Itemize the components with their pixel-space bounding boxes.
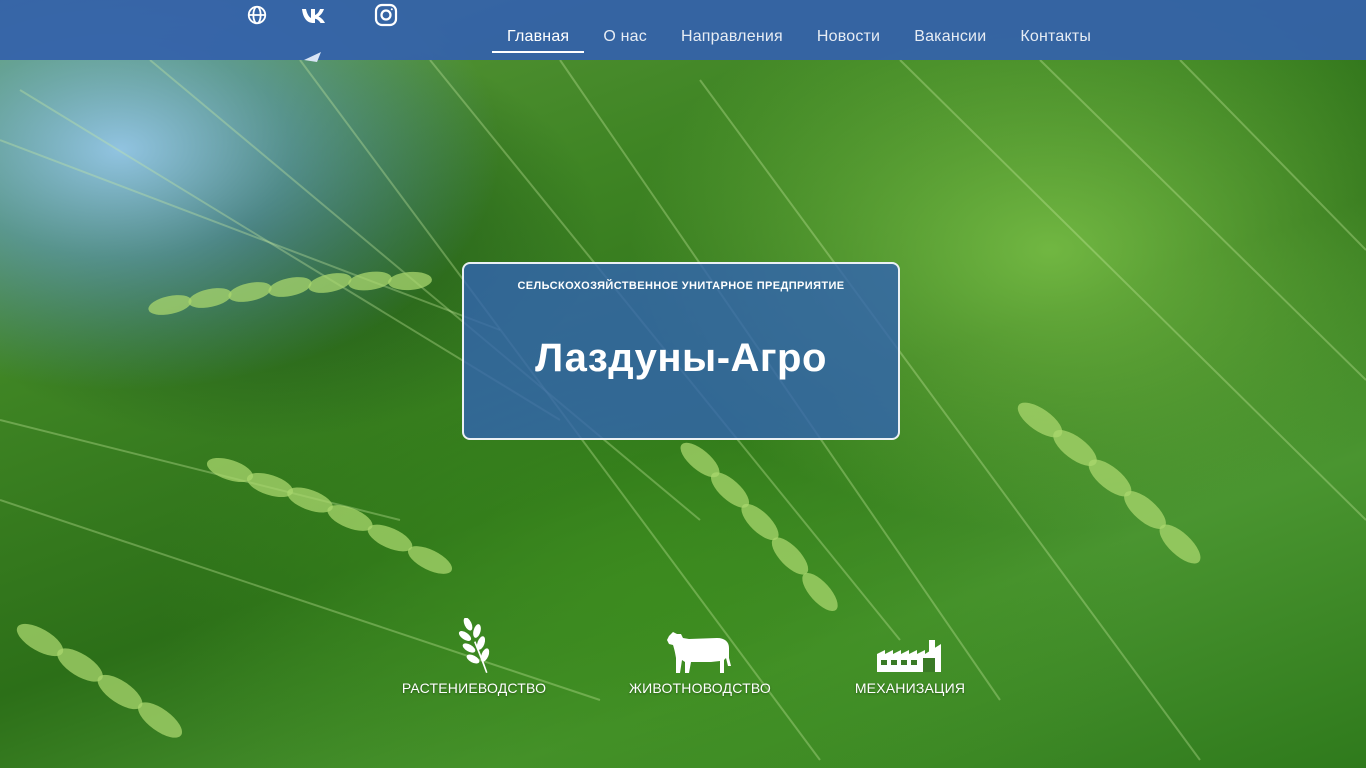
- direction-label: ЖИВОТНОВОДСТВО: [628, 680, 771, 696]
- nav-item-news[interactable]: Новости: [802, 0, 895, 60]
- hero-subtitle: СЕЛЬСКОХОЗЯЙСТВЕННОЕ УНИТАРНОЕ ПРЕДПРИЯТ…: [517, 280, 845, 292]
- hero-title: Лаздуны-Агро: [535, 336, 827, 380]
- telegram-icon[interactable]: [304, 52, 322, 62]
- nav-item-home[interactable]: Главная: [492, 0, 585, 60]
- wheat-icon: [458, 618, 490, 673]
- nav-item-contacts[interactable]: Контакты: [1005, 0, 1106, 60]
- top-header: Главная О нас Направления Новости Ваканс…: [0, 0, 1366, 62]
- direction-label: РАСТЕНИЕВОДСТВО: [401, 680, 547, 696]
- direction-label: МЕХАНИЗАЦИЯ: [854, 680, 966, 696]
- nav-item-directions[interactable]: Направления: [666, 0, 798, 60]
- page: Главная О нас Направления Новости Ваканс…: [0, 0, 1366, 768]
- factory-icon: [877, 640, 941, 672]
- direction-crop-production[interactable]: РАСТЕНИЕВОДСТВО: [394, 618, 554, 696]
- hero-card: СЕЛЬСКОХОЗЯЙСТВЕННОЕ УНИТАРНОЕ ПРЕДПРИЯТ…: [462, 262, 900, 440]
- nav-item-about[interactable]: О нас: [588, 0, 662, 60]
- instagram-icon[interactable]: [374, 3, 398, 27]
- direction-mechanization[interactable]: МЕХАНИЗАЦИЯ: [830, 618, 990, 696]
- nav-item-vacancies[interactable]: Вакансии: [899, 0, 1001, 60]
- globe-icon[interactable]: [246, 4, 268, 26]
- vk-icon[interactable]: [301, 6, 329, 24]
- main-nav: Главная О нас Направления Новости Ваканс…: [492, 0, 1106, 60]
- cow-icon: [667, 632, 731, 673]
- direction-livestock[interactable]: ЖИВОТНОВОДСТВО: [620, 618, 780, 696]
